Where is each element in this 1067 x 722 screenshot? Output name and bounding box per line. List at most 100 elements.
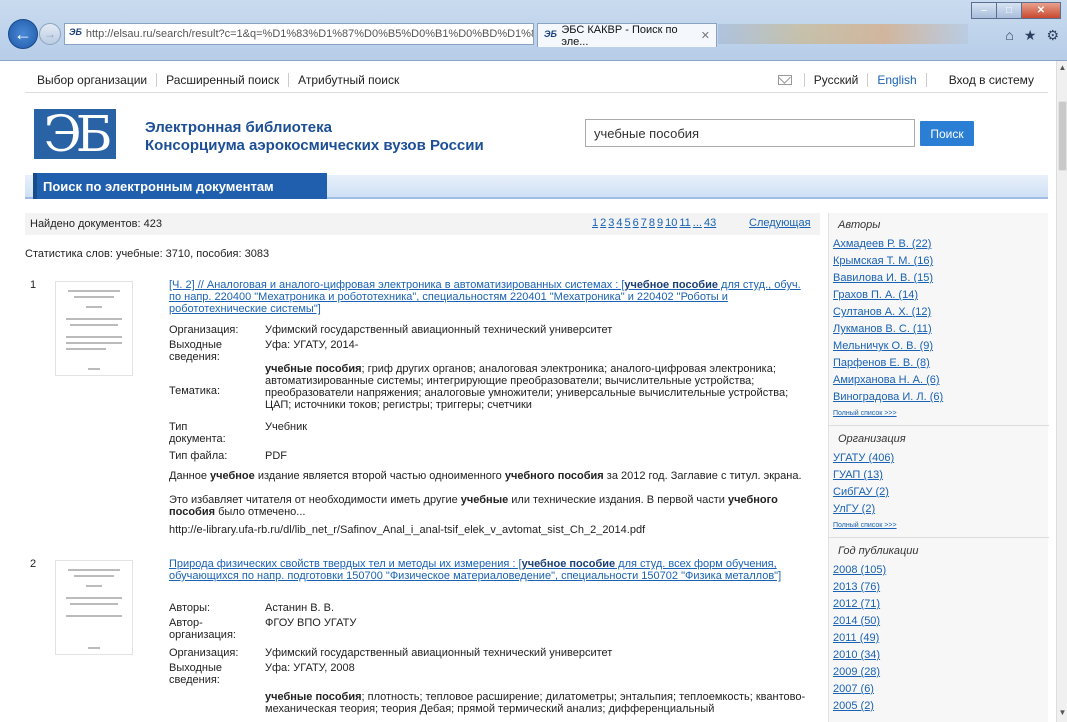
authors-full-list-link[interactable]: Полный список >>> [833,410,897,417]
page-scrollbar[interactable]: ▲ ▼ [1056,61,1067,722]
field-value-topic: учебные пособия; гриф других органов; ан… [265,363,805,411]
facet-author-link[interactable]: Парфенов Е. В. (8) [833,357,930,369]
desc-text: было отмечено... [215,506,306,518]
facet-org-link[interactable]: УлГУ (2) [833,503,875,515]
desc-highlight: учебного пособия [504,470,604,482]
field-label: Тип файла: [169,450,228,462]
settings-gear-icon[interactable]: ⚙ [1046,27,1059,44]
field-value-org: Уфимский государственный авиационный тех… [265,647,613,659]
facet-author-link[interactable]: Крымская Т. М. (16) [833,255,933,267]
nav-advanced-search[interactable]: Расширенный поиск [157,72,290,87]
facet-author-link[interactable]: Ахмадеев Р. В. (22) [833,238,931,250]
active-tab[interactable]: ЭБ ЭБС КАКВР - Поиск по эле... ✕ [537,23,717,48]
top-navigation: Выбор организации Расширенный поиск Атри… [25,67,1048,93]
result-number: 1 [30,279,37,291]
facet-title-authors: Авторы [838,219,881,231]
facet-year-link[interactable]: 2014 (50) [833,615,880,627]
page-link[interactable]: 4 [616,217,622,229]
lang-english[interactable]: English [867,72,925,87]
field-value-authors: Астанин В. В. [265,602,335,614]
page-link[interactable]: 9 [657,217,663,229]
favorites-star-icon[interactable]: ★ [1024,27,1037,44]
desc-text: за 2012 год. Заглавие с титул. экрана. [603,470,802,482]
maximize-icon[interactable]: □ [996,2,1022,19]
other-tabs[interactable] [718,24,968,44]
field-label: Организация: [169,324,239,336]
result-number: 2 [30,558,37,570]
page-link[interactable]: 7 [641,217,647,229]
home-icon[interactable]: ⌂ [1005,27,1013,44]
orgs-full-list-link[interactable]: Полный список >>> [833,522,897,529]
page-link[interactable]: 6 [633,217,639,229]
tab-close-icon[interactable]: ✕ [701,29,710,42]
desc-text: Это избавляет читателя от необходимости … [169,494,461,506]
back-arrow-icon[interactable]: ← [8,19,38,49]
facet-author-link[interactable]: Амирханова Н. А. (6) [833,374,940,386]
page-link[interactable]: 11 [679,217,690,229]
facet-year-link[interactable]: 2007 (6) [833,683,874,695]
desc-highlight: учебные [460,494,509,506]
lang-russian[interactable]: Русский [803,72,868,87]
page-link[interactable]: 5 [625,217,631,229]
page-link[interactable]: 8 [649,217,655,229]
facet-author-link[interactable]: Грахов П. А. (14) [833,289,918,301]
page-link[interactable]: 1 [592,217,598,229]
site-logo[interactable]: ЭБ [34,109,116,159]
facet-sidebar: Авторы Ахмадеев Р. В. (22) Крымская Т. М… [828,213,1049,722]
facet-org-link[interactable]: УГАТУ (406) [833,452,894,464]
facet-year-link[interactable]: 2005 (2) [833,700,874,712]
field-value-pub: Уфа: УГАТУ, 2008 [265,662,355,674]
mail-icon[interactable] [777,74,792,85]
title-text: Природа физических свойств твердых тел и… [169,558,522,570]
section-tab[interactable]: Поиск по электронным документам [37,173,327,199]
result-file-url[interactable]: http://e-library.ufa-rb.ru/dl/lib_net_r/… [169,524,809,536]
facet-year-link[interactable]: 2009 (28) [833,666,880,678]
forward-arrow-icon[interactable]: → [39,23,61,45]
result-description: Данное учебное издание является второй ч… [169,470,809,482]
field-value-pub: Уфа: УГАТУ, 2014- [265,339,359,351]
scroll-thumb[interactable] [1058,101,1067,171]
field-value-type: Учебник [265,421,308,433]
facet-author-link[interactable]: Мельничук О. В. (9) [833,340,933,352]
desc-text: Данное [169,470,211,482]
nav-attribute-search[interactable]: Атрибутный поиск [289,73,408,87]
result-title-link[interactable]: [Ч. 2] // Аналоговая и аналого-цифровая … [169,279,809,315]
address-bar[interactable]: ЭБ http://elsau.ru/search/result?c=1&q=%… [64,23,534,45]
scroll-down-icon[interactable]: ▼ [1057,708,1067,720]
field-label: Тематика: [169,385,221,397]
facet-org-link[interactable]: ГУАП (13) [833,469,883,481]
document-thumbnail[interactable] [55,281,133,376]
document-thumbnail[interactable] [55,560,133,655]
result-item: 1 [Ч. 2] // Аналоговая и аналого-цифрова… [25,279,820,559]
topic-highlight: учебные пособия [265,691,362,703]
next-page-link[interactable]: Следующая [749,217,811,229]
scroll-up-icon[interactable]: ▲ [1057,63,1067,75]
page-link[interactable]: 10 [665,217,677,229]
facet-author-link[interactable]: Виноградова И. Л. (6) [833,391,943,403]
search-button[interactable]: Поиск [920,121,974,146]
page-link[interactable]: 43 [704,217,716,229]
facet-year-link[interactable]: 2010 (34) [833,649,880,661]
page-link[interactable]: 2 [600,217,606,229]
web-page: Выбор организации Расширенный поиск Атри… [0,61,1056,722]
close-icon[interactable]: ✕ [1021,2,1061,19]
facet-year-link[interactable]: 2008 (105) [833,564,886,576]
topic-highlight: учебные пособия [265,363,362,375]
login-link[interactable]: Вход в систему [925,72,1048,87]
search-input[interactable]: учебные пособия [585,119,915,147]
facet-year-link[interactable]: 2011 (49) [833,632,879,644]
facet-year-link[interactable]: 2013 (76) [833,581,880,593]
facet-author-link[interactable]: Султанов А. Х. (12) [833,306,931,318]
result-title-link[interactable]: Природа физических свойств твердых тел и… [169,558,809,582]
facet-author-link[interactable]: Вавилова И. В. (15) [833,272,933,284]
facet-org-link[interactable]: СибГАУ (2) [833,486,889,498]
pagination: 1 2 3 4 5 6 7 8 9 10 11... 43 [592,217,718,229]
title-highlight: учебное пособие [624,279,718,291]
minimize-icon[interactable]: – [971,2,997,19]
address-url: http://elsau.ru/search/result?c=1&q=%D1%… [85,28,534,40]
facet-year-link[interactable]: 2012 (71) [833,598,880,610]
page-link[interactable]: 3 [608,217,614,229]
nav-select-organization[interactable]: Выбор организации [25,72,158,87]
site-title-line2: Консорциума аэрокосмических вузов России [145,137,484,154]
facet-author-link[interactable]: Лукманов В. С. (11) [833,323,932,335]
